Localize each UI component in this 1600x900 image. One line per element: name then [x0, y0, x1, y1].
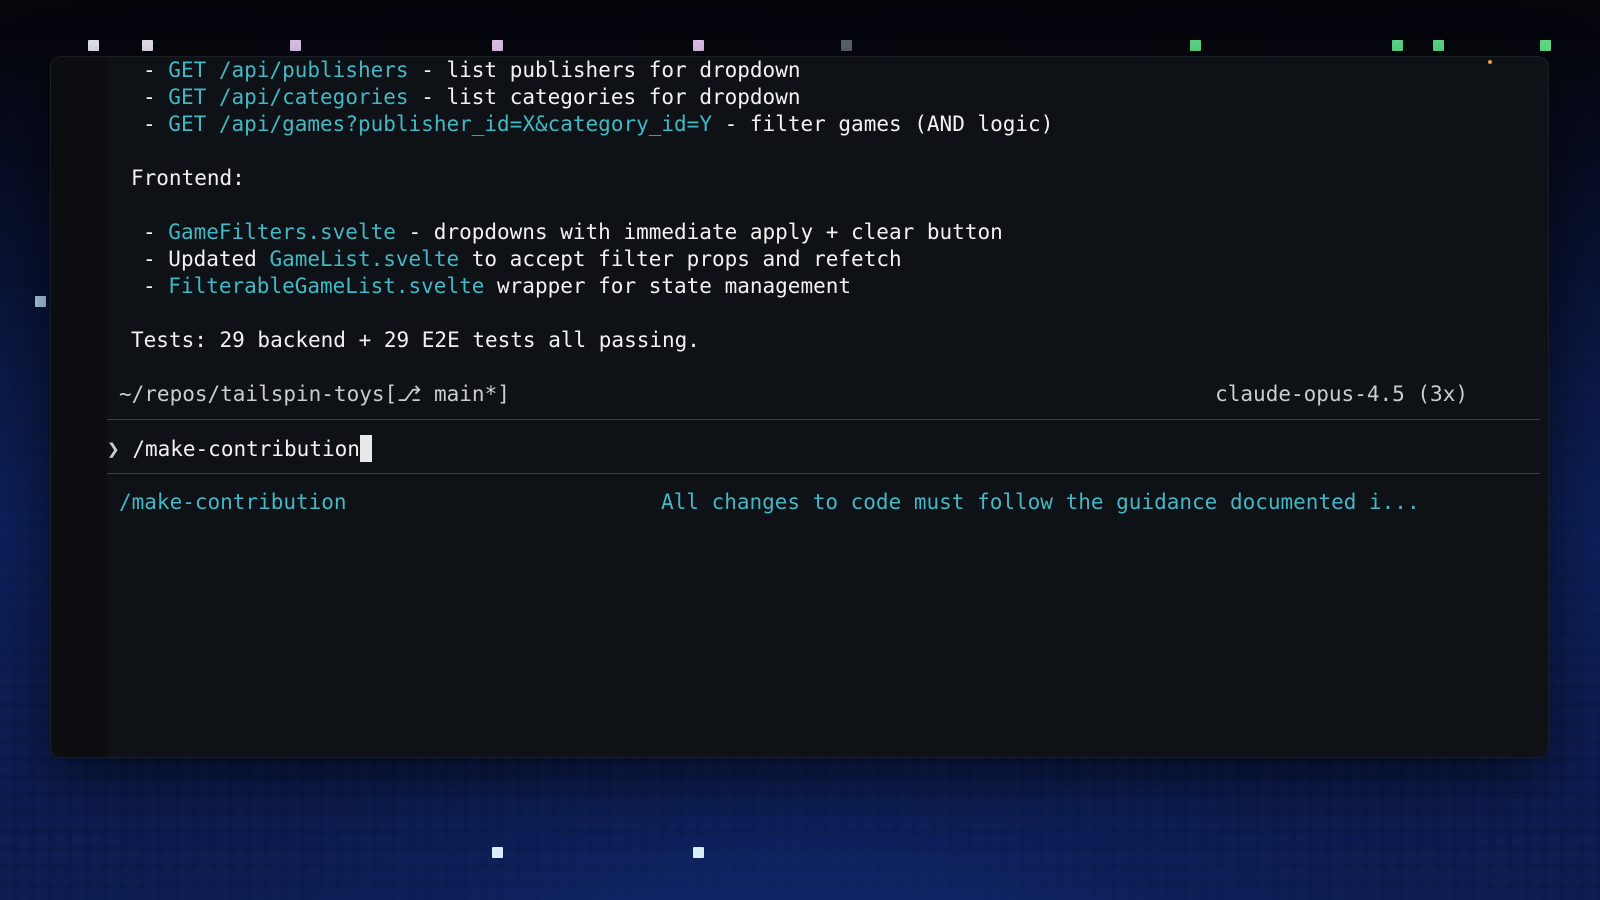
- decorative-pixel: [693, 40, 704, 51]
- status-path: ~/repos/tailspin-toys[⎇ main*]: [119, 381, 510, 407]
- prompt-chevron-icon: ❯: [107, 437, 120, 461]
- status-indicator-icon: [1488, 60, 1492, 64]
- frontend-item: - Updated GameList.svelte to accept filt…: [143, 247, 902, 271]
- suggestion-command[interactable]: /make-contribution: [119, 489, 347, 515]
- decorative-pixel: [693, 847, 704, 858]
- repo-path: ~/repos/tailspin-toys: [119, 382, 385, 406]
- divider: [107, 419, 1540, 420]
- decorative-pixel: [1540, 40, 1551, 51]
- decorative-pixel: [290, 40, 301, 51]
- decorative-pixel: [88, 40, 99, 51]
- decorative-pixel: [35, 296, 46, 307]
- frontend-item: - FilterableGameList.svelte wrapper for …: [143, 274, 852, 298]
- terminal-gutter: [51, 57, 107, 757]
- command-input[interactable]: /make-contribution: [132, 437, 360, 461]
- api-item: - GET /api/categories - list categories …: [143, 85, 801, 109]
- prompt-line[interactable]: ❯ /make-contribution: [107, 435, 372, 462]
- decorative-pixel: [142, 40, 153, 51]
- divider: [107, 473, 1540, 474]
- frontend-heading: Frontend:: [131, 166, 245, 190]
- decorative-pixel: [841, 40, 852, 51]
- api-item: - GET /api/publishers - list publishers …: [143, 58, 801, 82]
- decorative-pixel: [492, 40, 503, 51]
- decorative-pixel: [1392, 40, 1403, 51]
- decorative-pixel: [1433, 40, 1444, 51]
- tests-summary: Tests: 29 backend + 29 E2E tests all pas…: [131, 328, 700, 352]
- model-indicator: claude-opus-4.5 (3x): [1215, 382, 1468, 406]
- terminal-window[interactable]: - GET /api/publishers - list publishers …: [51, 57, 1548, 757]
- git-branch: [⎇ main*]: [384, 382, 510, 406]
- api-item: - GET /api/games?publisher_id=X&category…: [143, 112, 1054, 136]
- text-cursor: [359, 435, 372, 462]
- suggestion-description: All changes to code must follow the guid…: [661, 490, 1420, 514]
- decorative-pixel: [492, 847, 503, 858]
- frontend-item: - GameFilters.svelte - dropdowns with im…: [143, 220, 1003, 244]
- decorative-pixel: [1190, 40, 1201, 51]
